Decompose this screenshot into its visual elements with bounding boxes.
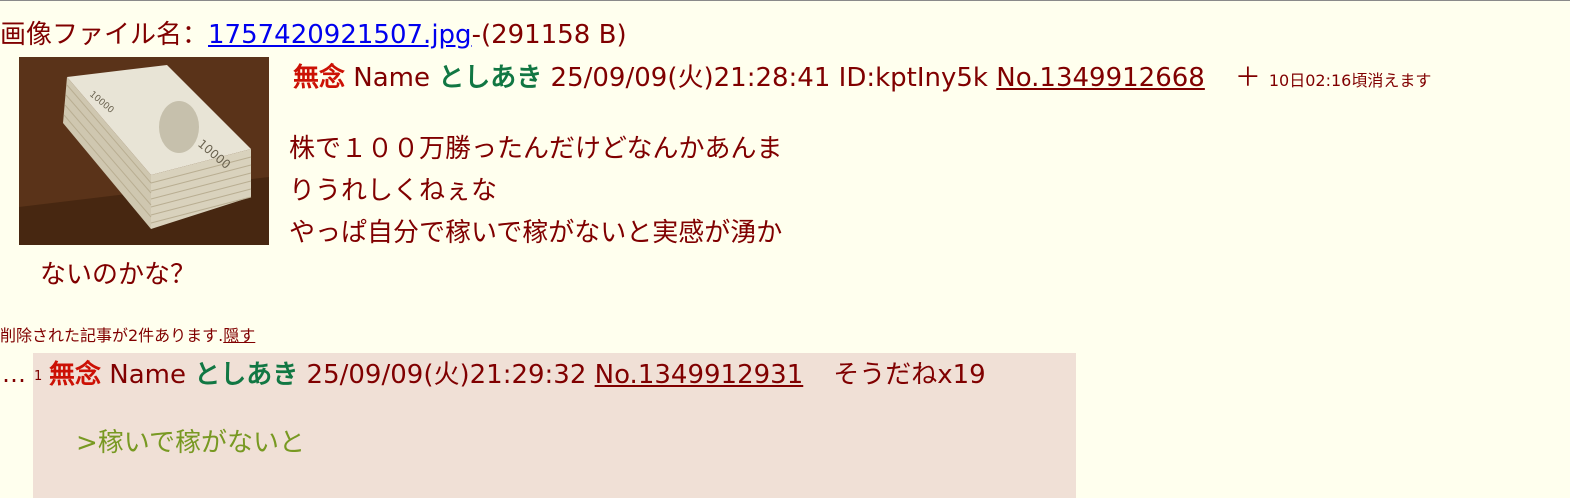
op-body-line: ないのかな？ <box>40 260 197 290</box>
reply-post-header: 無念 Name としあき 25/09/09(火)21:29:32 No.1349… <box>49 355 986 395</box>
soudane-button[interactable]: そうだねx19 <box>833 360 985 390</box>
op-post-header: 無念 Name としあき 25/09/09(火)21:28:41 ID:kptI… <box>293 59 1431 100</box>
deleted-posts-notice: 削除された記事が2件あります.隠す <box>0 325 255 347</box>
op-id: ID:kptIny5k <box>838 63 988 93</box>
file-size: -(291158 B) <box>471 20 627 50</box>
reply-name-label: Name <box>109 360 186 390</box>
op-body-line: やっぱ自分で稼いで稼がないと実感が湧か <box>289 218 783 248</box>
reply-index: 1 <box>34 369 43 384</box>
op-poster-name: としあき <box>438 63 543 93</box>
reply-datetime: 25/09/09(火)21:29:32 <box>306 360 587 390</box>
hide-deleted-link[interactable]: 隠す <box>223 326 255 345</box>
reply-marker: … <box>2 360 26 388</box>
reply-poster-name: としあき <box>194 360 299 390</box>
op-name-label: Name <box>353 63 430 93</box>
file-label: 画像ファイル名： <box>0 20 209 50</box>
reply-post: 無念 Name としあき 25/09/09(火)21:29:32 No.1349… <box>33 353 1076 498</box>
reply-quote-text: >稼いで稼がないと <box>76 428 306 458</box>
op-datetime: 25/09/09(火)21:28:41 <box>550 63 831 93</box>
deleted-posts-text: 削除された記事が2件あります. <box>0 326 224 345</box>
op-body-line: りうれしくねぇな <box>289 176 498 206</box>
op-plus-button[interactable]: ＋ <box>1235 63 1261 93</box>
banknote-stack-image[interactable]: 10000 10000 <box>19 57 269 245</box>
op-expire-notice: 10日02:16頃消えます <box>1268 71 1432 90</box>
op-body-line: 株で１００万勝ったんだけどなんかあんま <box>289 134 783 164</box>
reply-post-number[interactable]: No.1349912931 <box>595 360 804 390</box>
op-post-body: 株で１００万勝ったんだけどなんかあんま りうれしくねぇな やっぱ自分で稼いで稼が… <box>289 128 782 254</box>
file-info-line: 画像ファイル名：1757420921507.jpg-(291158 B) <box>0 18 627 52</box>
op-post-number[interactable]: No.1349912668 <box>996 63 1205 93</box>
banknote-stack-icon: 10000 10000 <box>19 57 269 245</box>
reply-subject: 無念 <box>49 360 102 390</box>
file-link[interactable]: 1757420921507.jpg <box>208 20 472 50</box>
op-subject: 無念 <box>293 63 346 93</box>
